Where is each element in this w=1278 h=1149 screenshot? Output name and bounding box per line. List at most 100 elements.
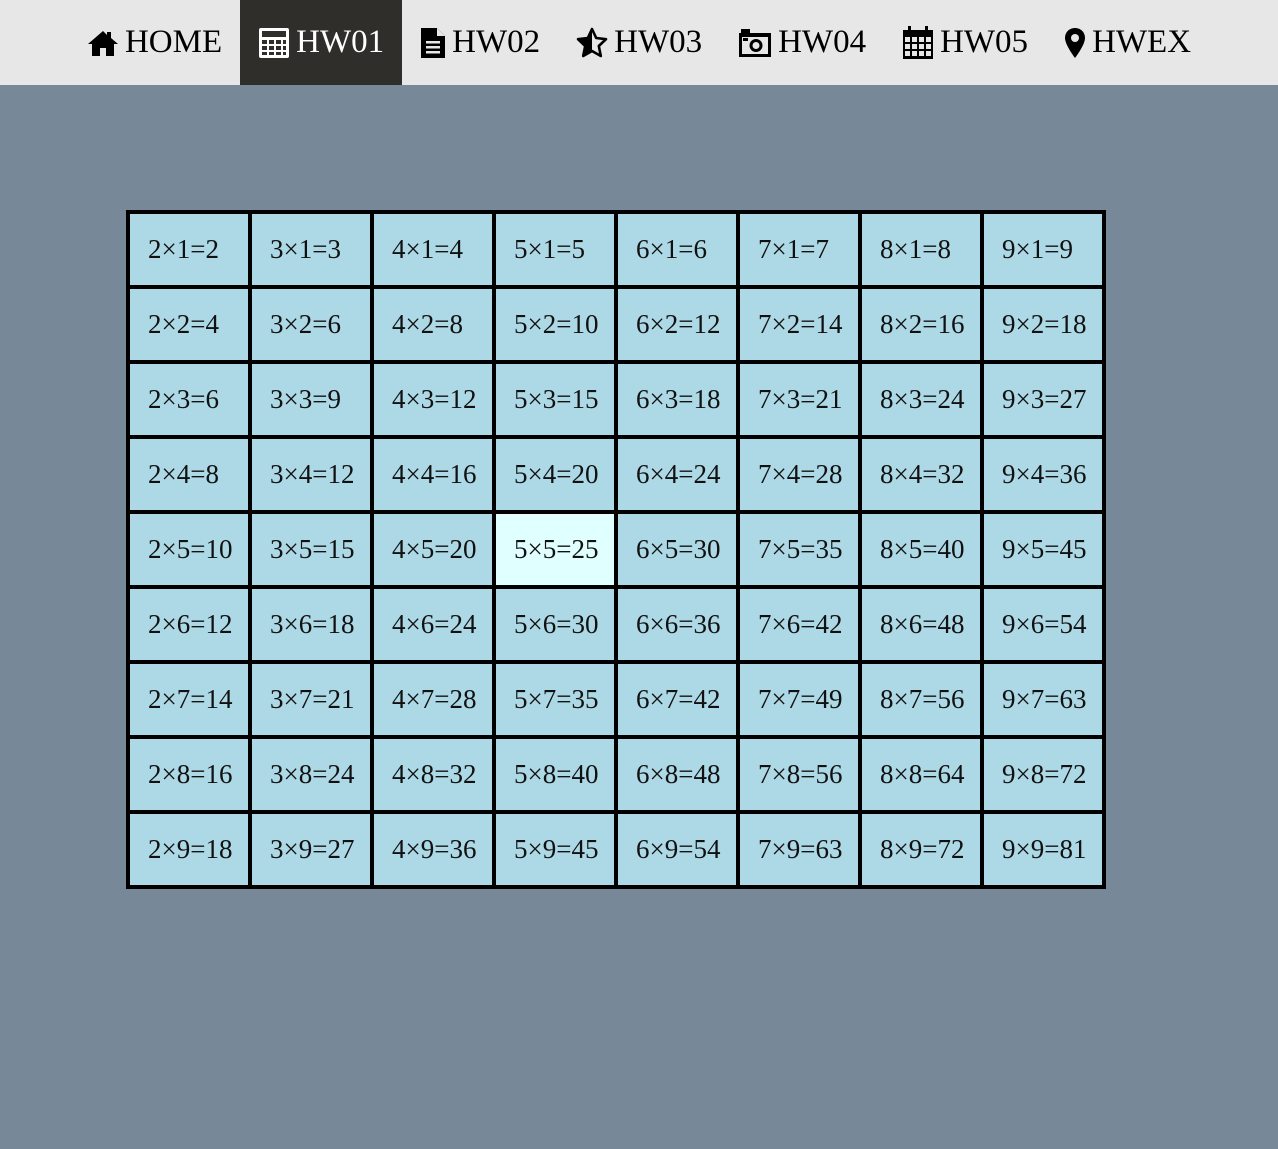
table-cell: 7×7=49 [736,660,862,739]
table-cell: 6×2=12 [614,285,740,364]
table-cell: 2×5=10 [126,510,252,589]
home-icon [87,29,119,57]
table-cell: 4×9=36 [370,810,496,889]
table-row: 2×2=4 3×2=6 4×2=8 5×2=10 6×2=12 7×2=14 8… [126,285,1106,364]
table-cell: 5×1=5 [492,210,618,289]
table-row: 2×1=2 3×1=3 4×1=4 5×1=5 6×1=6 7×1=7 8×1=… [126,210,1106,289]
calculator-icon [258,27,290,59]
table-cell: 7×8=56 [736,735,862,814]
nav-item-hw03[interactable]: HW03 [558,0,720,85]
table-cell: 7×9=63 [736,810,862,889]
table-cell: 9×5=45 [980,510,1106,589]
table-cell: 8×3=24 [858,360,984,439]
table-cell: 5×3=15 [492,360,618,439]
table-cell: 4×4=16 [370,435,496,514]
table-cell: 4×5=20 [370,510,496,589]
table-cell: 8×5=40 [858,510,984,589]
table-cell: 7×2=14 [736,285,862,364]
file-icon [420,27,446,59]
nav-item-hwex[interactable]: HWEX [1046,0,1209,85]
table-cell: 2×2=4 [126,285,252,364]
table-cell: 4×7=28 [370,660,496,739]
nav-item-label: HW02 [452,24,541,60]
table-cell: 2×4=8 [126,435,252,514]
table-cell: 9×7=63 [980,660,1106,739]
table-cell: 7×1=7 [736,210,862,289]
table-cell: 6×7=42 [614,660,740,739]
table-cell: 8×9=72 [858,810,984,889]
table-cell: 3×4=12 [248,435,374,514]
table-cell: 3×7=21 [248,660,374,739]
table-cell: 6×3=18 [614,360,740,439]
camera-icon [738,28,772,58]
table-cell: 4×2=8 [370,285,496,364]
table-cell: 9×4=36 [980,435,1106,514]
star-half-icon [576,27,608,59]
table-cell: 7×6=42 [736,585,862,664]
table-cell: 6×8=48 [614,735,740,814]
table-cell: 3×5=15 [248,510,374,589]
table-cell: 8×1=8 [858,210,984,289]
table-cell: 6×6=36 [614,585,740,664]
table-row: 2×5=10 3×5=15 4×5=20 5×5=25 6×5=30 7×5=3… [126,510,1106,589]
table-cell: 6×4=24 [614,435,740,514]
top-navbar: HOME HW01 HW02 HW03 HW04 HW05 HWEX [0,0,1278,85]
nav-item-hw01[interactable]: HW01 [240,0,403,85]
table-cell: 4×3=12 [370,360,496,439]
table-cell: 2×9=18 [126,810,252,889]
table-cell: 3×3=9 [248,360,374,439]
table-cell: 3×9=27 [248,810,374,889]
table-row: 2×6=12 3×6=18 4×6=24 5×6=30 6×6=36 7×6=4… [126,585,1106,664]
table-cell: 7×4=28 [736,435,862,514]
table-cell-highlighted[interactable]: 5×5=25 [492,510,618,589]
nav-item-hw05[interactable]: HW05 [884,0,1046,85]
nav-item-label: HW04 [778,24,867,60]
table-cell: 9×6=54 [980,585,1106,664]
table-cell: 9×9=81 [980,810,1106,889]
table-cell: 6×5=30 [614,510,740,589]
table-row: 2×4=8 3×4=12 4×4=16 5×4=20 6×4=24 7×4=28… [126,435,1106,514]
multiplication-table: 2×1=2 3×1=3 4×1=4 5×1=5 6×1=6 7×1=7 8×1=… [126,210,1106,889]
nav-item-label: HW01 [296,24,385,60]
table-cell: 8×6=48 [858,585,984,664]
calendar-icon [902,25,934,60]
table-cell: 8×8=64 [858,735,984,814]
table-cell: 2×3=6 [126,360,252,439]
table-cell: 5×2=10 [492,285,618,364]
table-cell: 2×6=12 [126,585,252,664]
table-cell: 3×6=18 [248,585,374,664]
table-cell: 2×8=16 [126,735,252,814]
table-cell: 2×1=2 [126,210,252,289]
table-cell: 9×1=9 [980,210,1106,289]
table-cell: 3×1=3 [248,210,374,289]
nav-item-label: HWEX [1092,24,1192,60]
table-cell: 9×2=18 [980,285,1106,364]
multiplication-table-container: 2×1=2 3×1=3 4×1=4 5×1=5 6×1=6 7×1=7 8×1=… [126,210,1106,889]
nav-item-label: HW03 [614,24,703,60]
table-cell: 4×8=32 [370,735,496,814]
table-cell: 6×9=54 [614,810,740,889]
nav-item-label: HW05 [940,24,1029,60]
table-row: 2×7=14 3×7=21 4×7=28 5×7=35 6×7=42 7×7=4… [126,660,1106,739]
table-cell: 8×2=16 [858,285,984,364]
table-cell: 5×7=35 [492,660,618,739]
nav-item-home[interactable]: HOME [69,0,240,85]
table-row: 2×9=18 3×9=27 4×9=36 5×9=45 6×9=54 7×9=6… [126,810,1106,889]
table-cell: 7×3=21 [736,360,862,439]
table-cell: 5×4=20 [492,435,618,514]
table-cell: 5×8=40 [492,735,618,814]
table-cell: 7×5=35 [736,510,862,589]
table-cell: 2×7=14 [126,660,252,739]
nav-item-hw02[interactable]: HW02 [402,0,558,85]
nav-item-label: HOME [124,24,223,60]
table-cell: 3×2=6 [248,285,374,364]
map-marker-icon [1064,27,1086,59]
nav-item-hw04[interactable]: HW04 [720,0,884,85]
table-cell: 3×8=24 [248,735,374,814]
table-cell: 4×6=24 [370,585,496,664]
table-cell: 4×1=4 [370,210,496,289]
table-row: 2×3=6 3×3=9 4×3=12 5×3=15 6×3=18 7×3=21 … [126,360,1106,439]
table-cell: 8×7=56 [858,660,984,739]
table-cell: 5×6=30 [492,585,618,664]
table-cell: 5×9=45 [492,810,618,889]
